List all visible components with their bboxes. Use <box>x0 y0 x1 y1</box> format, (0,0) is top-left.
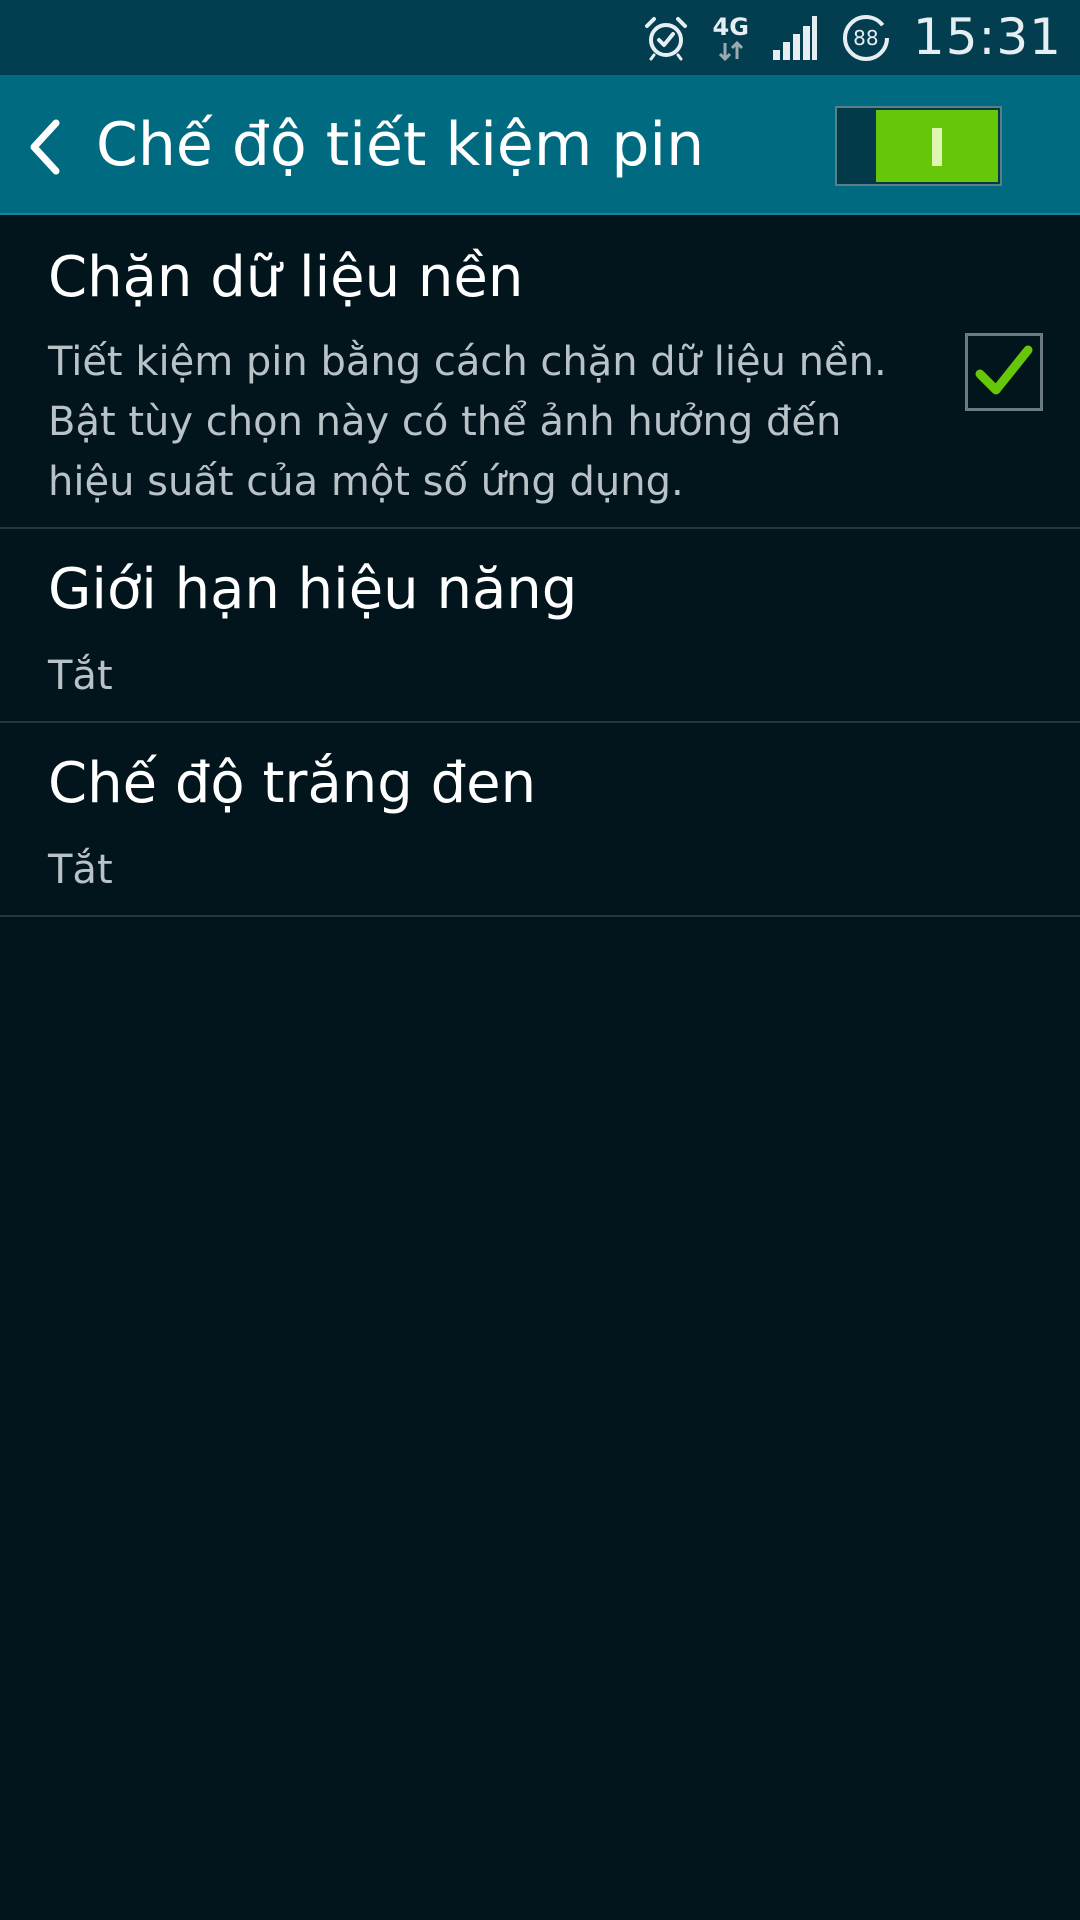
status-icons: 4G 88 15:31 <box>641 0 1063 75</box>
page-title: Chế độ tiết kiệm pin <box>96 110 705 180</box>
status-clock: 15:31 <box>912 8 1062 66</box>
signal-icon <box>772 15 817 60</box>
action-bar: Chế độ tiết kiệm pin <box>0 75 1080 215</box>
alarm-icon <box>644 16 687 60</box>
checkmark-icon <box>975 345 1033 395</box>
status-bar: 4G 88 15:31 <box>0 0 1080 75</box>
setting-grayscale-mode[interactable]: Chế độ trắng đen Tắt <box>0 723 1080 917</box>
setting-restrict-performance[interactable]: Giới hạn hiệu năng Tắt <box>0 529 1080 723</box>
setting-summary: Tắt <box>48 847 113 893</box>
switch-thumb <box>876 110 998 182</box>
settings-list: Chặn dữ liệu nền Tiết kiệm pin bằng cách… <box>0 215 1080 917</box>
setting-restrict-background-data[interactable]: Chặn dữ liệu nền Tiết kiệm pin bằng cách… <box>0 215 1080 529</box>
network-type-label: 4G <box>712 12 749 41</box>
setting-summary: Tiết kiệm pin bằng cách chặn dữ liệu nền… <box>48 339 887 505</box>
data-transfer-icon <box>718 40 743 61</box>
network-indicator: 4G <box>713 15 749 61</box>
restrict-background-data-checkbox[interactable] <box>965 333 1043 411</box>
switch-on-mark <box>932 128 942 166</box>
power-saving-switch[interactable] <box>835 106 1002 186</box>
chevron-left-icon[interactable] <box>22 117 72 177</box>
setting-title: Chế độ trắng đen <box>48 751 537 816</box>
battery-indicator: 88 <box>841 13 891 63</box>
setting-title: Giới hạn hiệu năng <box>48 557 578 622</box>
setting-title: Chặn dữ liệu nền <box>48 245 524 310</box>
battery-level: 88 <box>853 25 879 50</box>
setting-summary: Tắt <box>48 653 113 699</box>
